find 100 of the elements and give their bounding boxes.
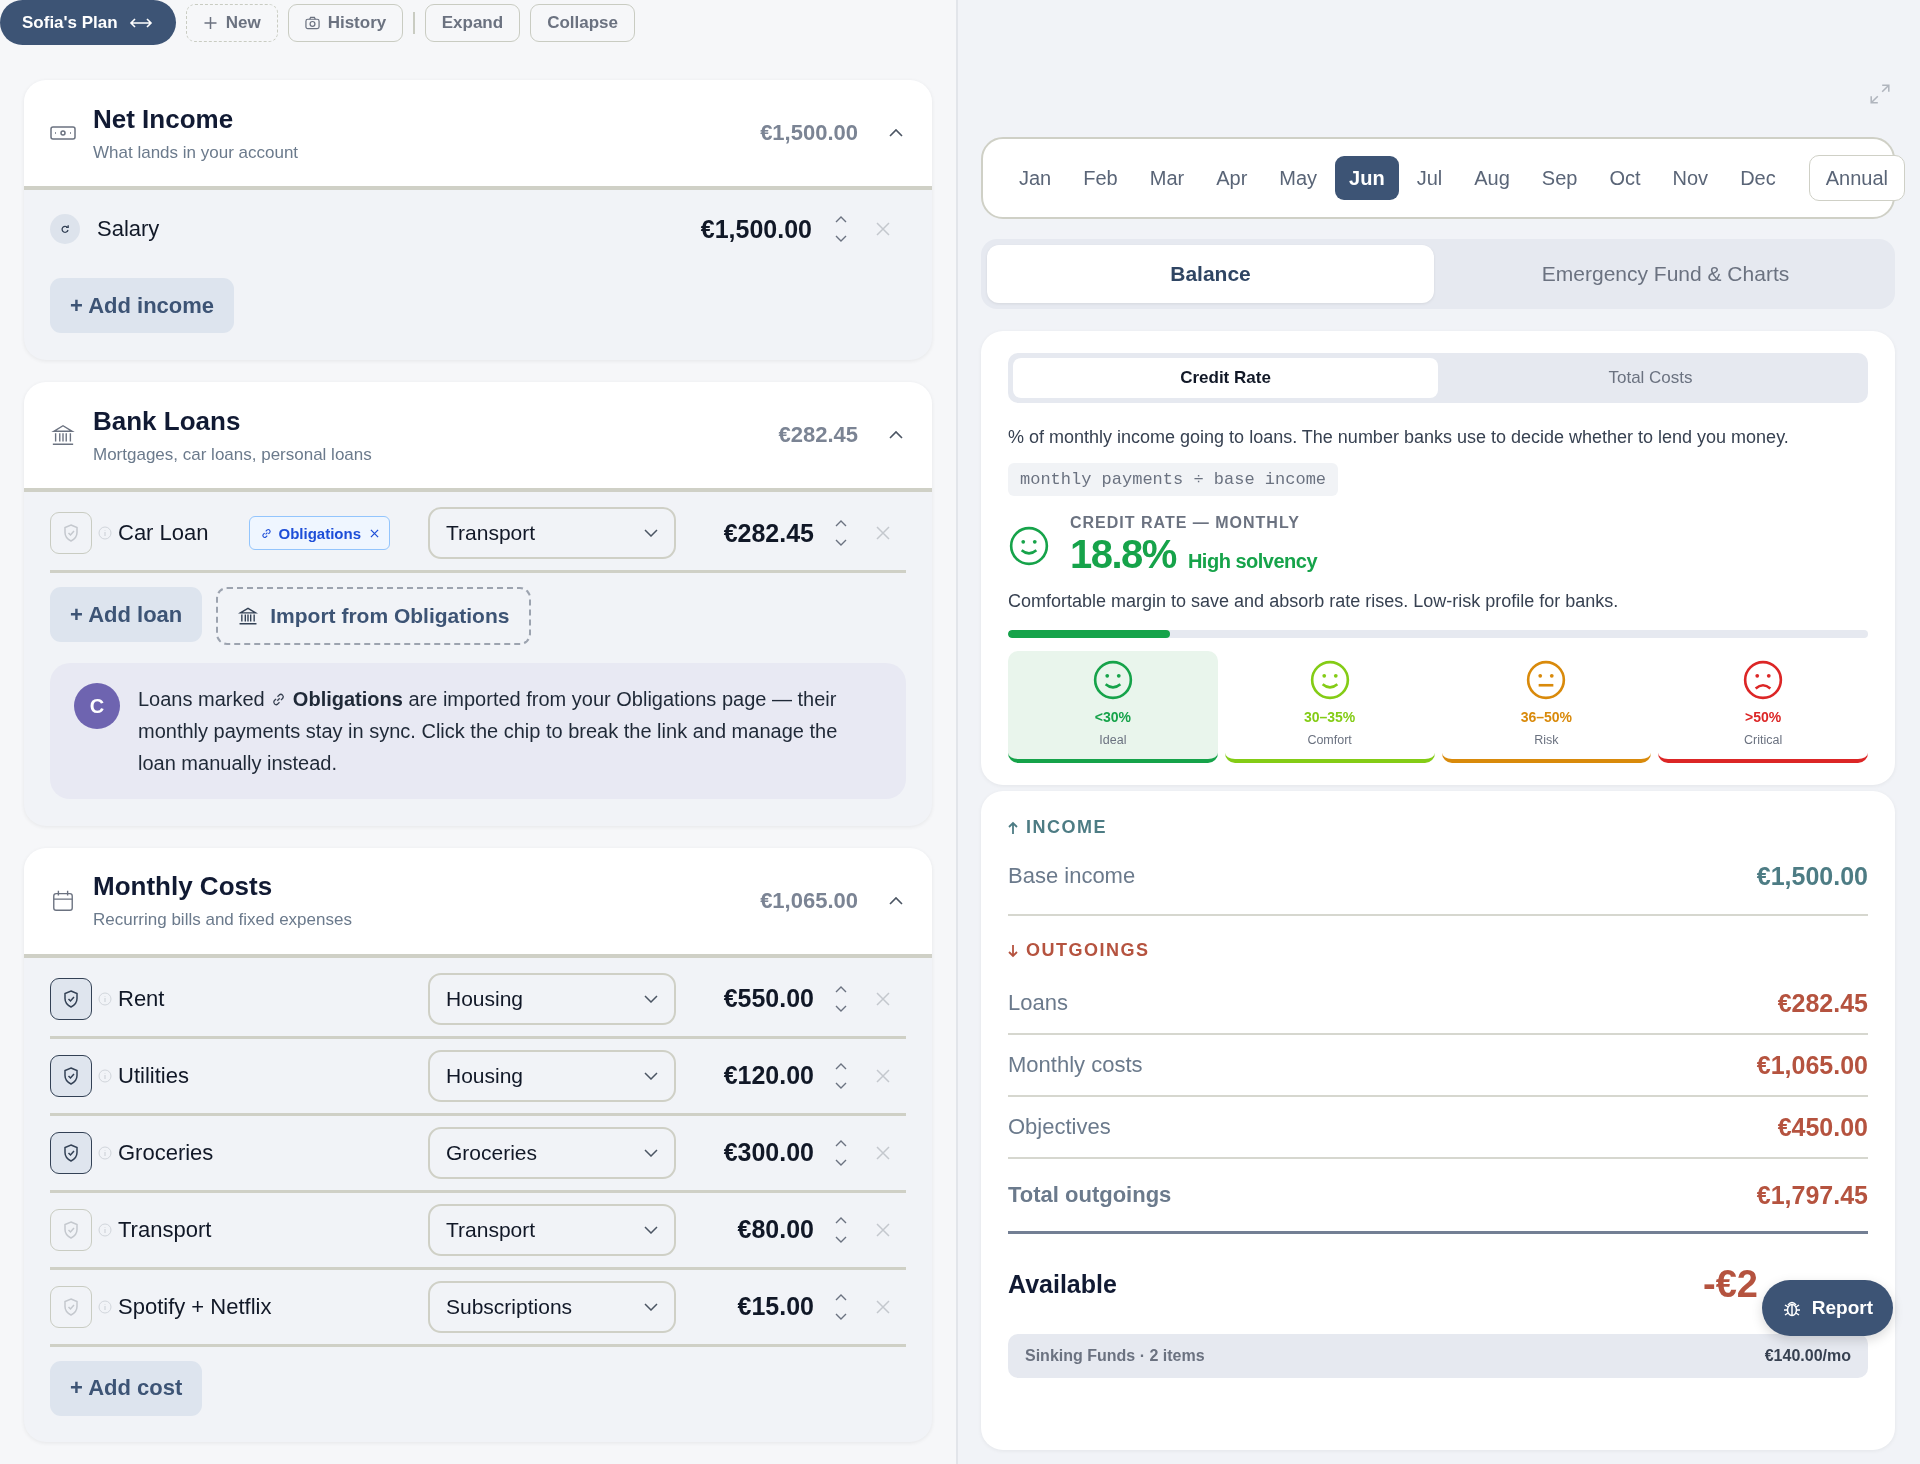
- info-icon[interactable]: [98, 1222, 112, 1237]
- info-icon[interactable]: [98, 1145, 112, 1160]
- info-icon[interactable]: [98, 991, 112, 1006]
- section-title: Monthly Costs: [93, 871, 274, 903]
- section-title: Net Income: [93, 103, 235, 135]
- month-tab[interactable]: Feb: [1069, 156, 1132, 200]
- month-tab[interactable]: Aug: [1460, 156, 1524, 200]
- subtab[interactable]: Credit Rate: [1013, 358, 1438, 398]
- shield-toggle[interactable]: [50, 1131, 92, 1174]
- report-button[interactable]: Report: [1761, 1280, 1893, 1336]
- sinking-amount: €140.00/mo: [1764, 1347, 1851, 1365]
- category-select[interactable]: Housing: [428, 972, 676, 1025]
- toolbar-button[interactable]: Expand: [424, 3, 521, 42]
- recurring-icon: [60, 224, 70, 234]
- import-button[interactable]: Import from Obligations: [216, 587, 532, 646]
- month-tab[interactable]: Oct: [1595, 156, 1655, 200]
- add-button[interactable]: + Add cost: [50, 1360, 203, 1416]
- shield-icon: [63, 1297, 79, 1316]
- description: % of monthly income going to loans. The number banks use to decide whether to lend you money.: [1008, 426, 1790, 449]
- item-name: Spotify + Netflix: [118, 1293, 272, 1320]
- subtab[interactable]: Total Costs: [1438, 358, 1863, 398]
- view-tab[interactable]: Emergency Fund & Charts: [1442, 245, 1889, 303]
- month-tab[interactable]: Apr: [1202, 156, 1262, 200]
- view-tab[interactable]: Balance: [987, 245, 1434, 303]
- caret-icon: [644, 1302, 658, 1311]
- month-tab[interactable]: May: [1265, 156, 1332, 200]
- row-label: Monthly costs: [1008, 1052, 1143, 1078]
- item-name: Rent: [118, 985, 165, 1012]
- chevron-icon[interactable]: [888, 895, 904, 906]
- annual-tab[interactable]: Annual: [1808, 155, 1905, 201]
- camera-icon: [304, 15, 320, 30]
- chevron-icon[interactable]: [888, 430, 904, 441]
- zone-label: Risk: [1534, 733, 1559, 747]
- month-tab[interactable]: Sep: [1527, 156, 1592, 200]
- month-tab[interactable]: Dec: [1726, 156, 1790, 200]
- close-icon[interactable]: [876, 1299, 890, 1314]
- row-label: Objectives: [1008, 1114, 1111, 1140]
- stepper-icon[interactable]: [834, 214, 848, 244]
- section-subtitle: Mortgages, car loans, personal loans: [93, 444, 373, 465]
- note-text: Loans marked Obligations are imported from your Obligations page — their monthly payments stay in sync. Click the chip to break the link and manage the loan manually instead.: [138, 687, 839, 777]
- total-label: Total outgoings: [1008, 1182, 1172, 1208]
- close-icon[interactable]: [876, 1145, 890, 1160]
- item-amount: €300.00: [722, 1138, 814, 1168]
- category-select[interactable]: Subscriptions: [428, 1280, 676, 1333]
- close-icon[interactable]: [876, 1222, 890, 1237]
- info-icon[interactable]: [98, 1299, 112, 1314]
- history-button[interactable]: History: [287, 3, 404, 42]
- caret-icon: [644, 1148, 658, 1157]
- caret-icon: [644, 994, 658, 1003]
- rate-verdict: High solvency: [1187, 550, 1318, 573]
- income-amount: €1,500.00: [700, 214, 812, 244]
- shield-toggle[interactable]: [50, 977, 92, 1020]
- shield-icon: [63, 1066, 79, 1085]
- arrow-down-icon: [1008, 943, 1018, 958]
- link-icon: [259, 526, 273, 540]
- month-tab[interactable]: Jan: [1005, 156, 1066, 200]
- plan-switch-button[interactable]: Sofia's Plan: [0, 0, 176, 45]
- new-plan-button[interactable]: New: [185, 3, 278, 42]
- close-icon[interactable]: [876, 1068, 890, 1083]
- sinking-label: Sinking Funds · 2 items: [1025, 1347, 1205, 1365]
- category-select[interactable]: Housing: [428, 1049, 676, 1102]
- formula: monthly payments ÷ base income: [1008, 463, 1339, 496]
- info-icon[interactable]: [98, 1068, 112, 1083]
- shield-icon: [63, 1220, 79, 1239]
- month-tab[interactable]: Nov: [1658, 156, 1723, 200]
- category-select[interactable]: Transport: [428, 507, 676, 560]
- month-tab[interactable]: Jun: [1335, 156, 1399, 200]
- month-tab[interactable]: Jul: [1402, 156, 1457, 200]
- avatar: C: [74, 683, 120, 730]
- month-tab[interactable]: Mar: [1135, 156, 1199, 200]
- item-name: Groceries: [118, 1139, 214, 1166]
- item-name: Transport: [118, 1216, 212, 1243]
- chevron-icon[interactable]: [888, 128, 904, 138]
- row-label: Loans: [1008, 990, 1068, 1016]
- close-icon: [370, 528, 379, 538]
- close-icon[interactable]: [876, 526, 890, 541]
- bank-icon: [50, 423, 76, 448]
- smiley-icon: [1308, 659, 1351, 701]
- smiley-icon: [1008, 524, 1050, 567]
- toolbar-button[interactable]: Collapse: [530, 3, 635, 42]
- obligations-chip[interactable]: Obligations: [248, 516, 390, 551]
- item-amount: €282.45: [722, 518, 814, 548]
- bank-icon: [238, 606, 259, 627]
- category-select[interactable]: Transport: [428, 1203, 676, 1256]
- close-icon[interactable]: [876, 991, 890, 1006]
- add-button[interactable]: + Add income: [50, 278, 235, 333]
- total-amount: €1,797.45: [1756, 1180, 1868, 1210]
- info-icon[interactable]: [98, 526, 112, 541]
- item-amount: €15.00: [736, 1292, 814, 1322]
- section-total: €1,500.00: [760, 120, 858, 146]
- shield-toggle[interactable]: [50, 1054, 92, 1097]
- add-button[interactable]: + Add loan: [50, 587, 203, 643]
- row-label: Base income: [1008, 863, 1136, 889]
- section-total: €1,065.00: [760, 887, 858, 914]
- close-icon[interactable]: [876, 222, 890, 236]
- expand-icon[interactable]: [1869, 83, 1891, 105]
- category-select[interactable]: Groceries: [428, 1126, 676, 1179]
- section-subtitle: What lands in your account: [93, 142, 300, 163]
- row-amount: €450.00: [1777, 1112, 1868, 1142]
- swap-arrows-icon: [127, 15, 154, 30]
